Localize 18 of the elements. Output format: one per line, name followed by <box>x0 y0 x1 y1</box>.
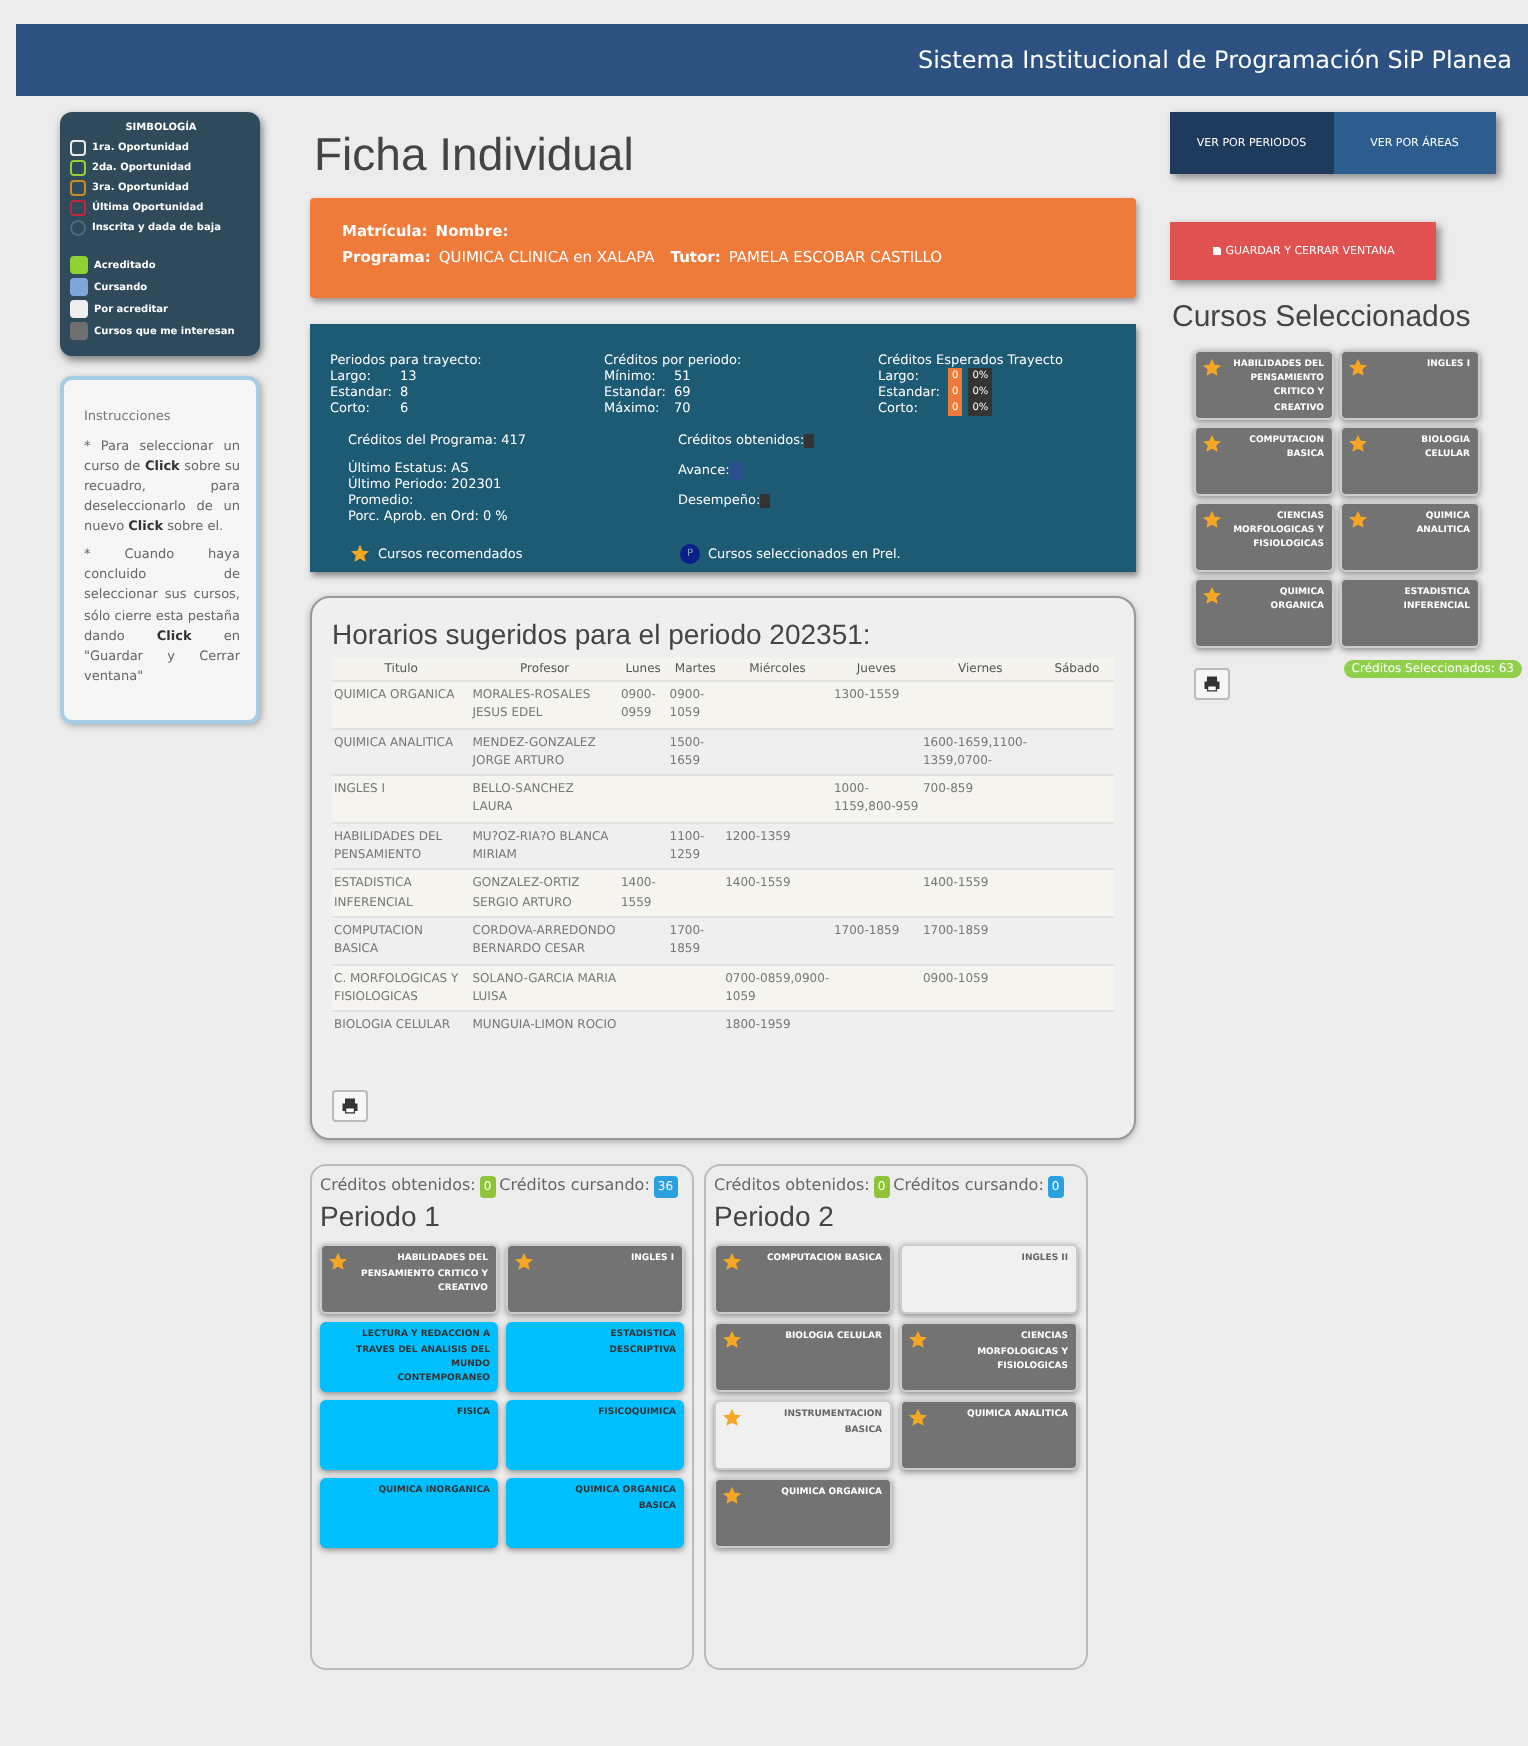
save-icon <box>1211 246 1222 256</box>
print-button[interactable] <box>1194 668 1230 700</box>
value-badge <box>760 493 771 507</box>
print-button[interactable] <box>332 1090 368 1123</box>
page-title: Ficha Individual <box>314 128 636 182</box>
app-title: Sistema Institucional de Programación SiP Planea <box>917 46 1512 74</box>
section-title: Cursos Seleccionados <box>1172 300 1473 334</box>
credits-label: Créditos obtenidos: <box>320 1174 476 1199</box>
period-title: Periodo 1 <box>320 1200 442 1233</box>
period-title: Periodo 2 <box>714 1200 836 1233</box>
printer-icon <box>1202 674 1222 694</box>
star-icon <box>350 544 370 564</box>
schedule-title: Horarios sugeridos para el periodo 202351: <box>332 618 873 650</box>
credits-label: Créditos obtenidos: <box>714 1174 870 1199</box>
credits-label: Créditos cursando: <box>499 1174 650 1199</box>
printer-icon <box>340 1096 360 1117</box>
value-badge <box>804 433 815 447</box>
credits-label: Créditos cursando: <box>893 1174 1044 1199</box>
